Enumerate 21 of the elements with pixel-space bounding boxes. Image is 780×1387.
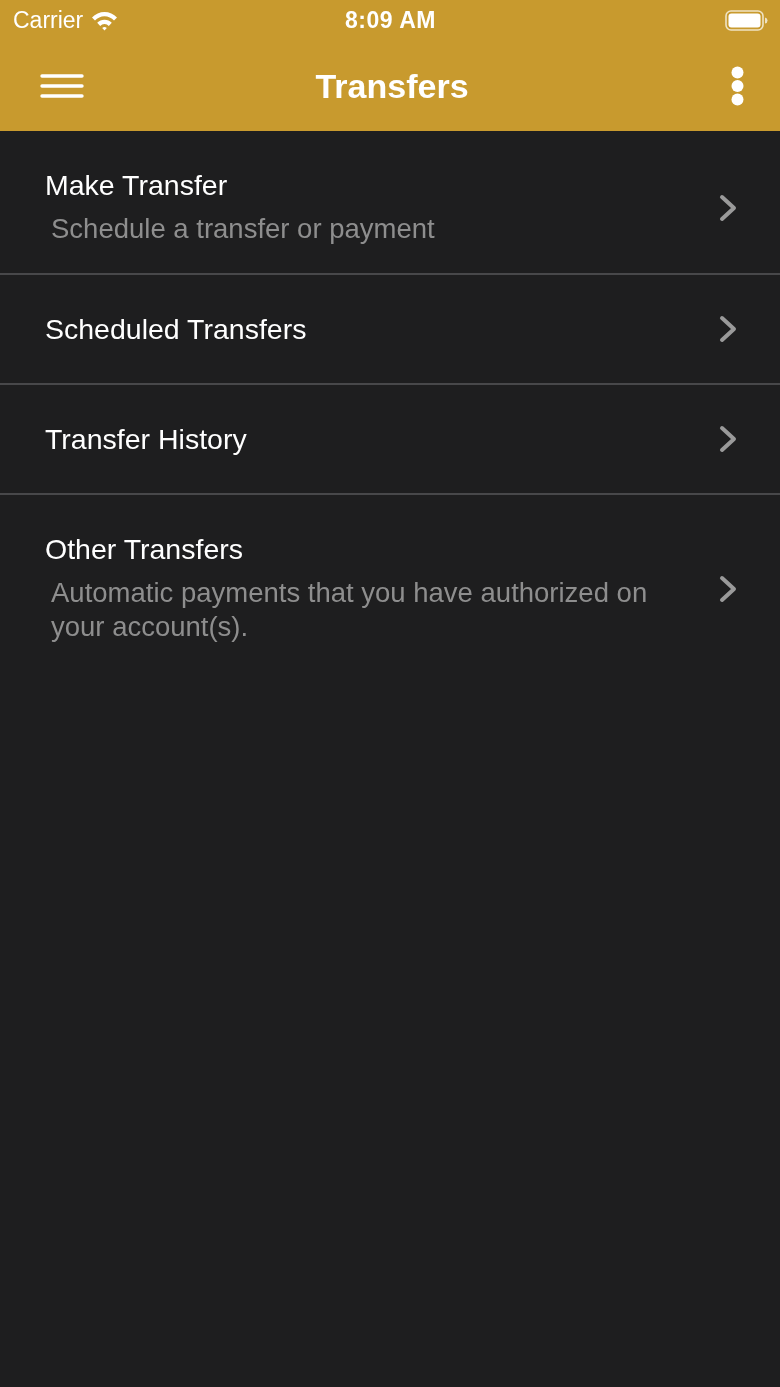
chevron-right-icon — [719, 574, 737, 603]
chevron-right-icon — [719, 193, 737, 222]
menu-item[interactable]: Transfer History — [0, 385, 780, 495]
menu-icon[interactable] — [40, 73, 84, 98]
item-description: Schedule a transfer or payment — [50, 212, 436, 246]
item-title: Make Transfer — [45, 169, 229, 201]
menu-item[interactable]: Other Transfers Automatic payments that you have authorized on your account(s). — [0, 495, 780, 671]
more-options-icon[interactable] — [731, 65, 744, 106]
item-title: Scheduled Transfers — [45, 313, 308, 345]
menu-item[interactable]: Scheduled Transfers — [0, 275, 780, 385]
wifi-icon — [91, 9, 119, 31]
battery-icon — [725, 9, 768, 31]
clock-time: 8:09 AM — [345, 7, 436, 33]
page-title: Transfers — [315, 65, 469, 106]
item-title: Transfer History — [45, 423, 248, 455]
item-description: Automatic payments that you have authorized on your account(s). — [50, 576, 649, 644]
carrier-name: Carrier — [13, 7, 84, 33]
chevron-right-icon — [719, 425, 737, 453]
chevron-right-icon — [719, 315, 737, 343]
item-title: Other Transfers — [45, 533, 244, 565]
menu-item[interactable]: Make Transfer Schedule a transfer or payment — [0, 131, 780, 275]
